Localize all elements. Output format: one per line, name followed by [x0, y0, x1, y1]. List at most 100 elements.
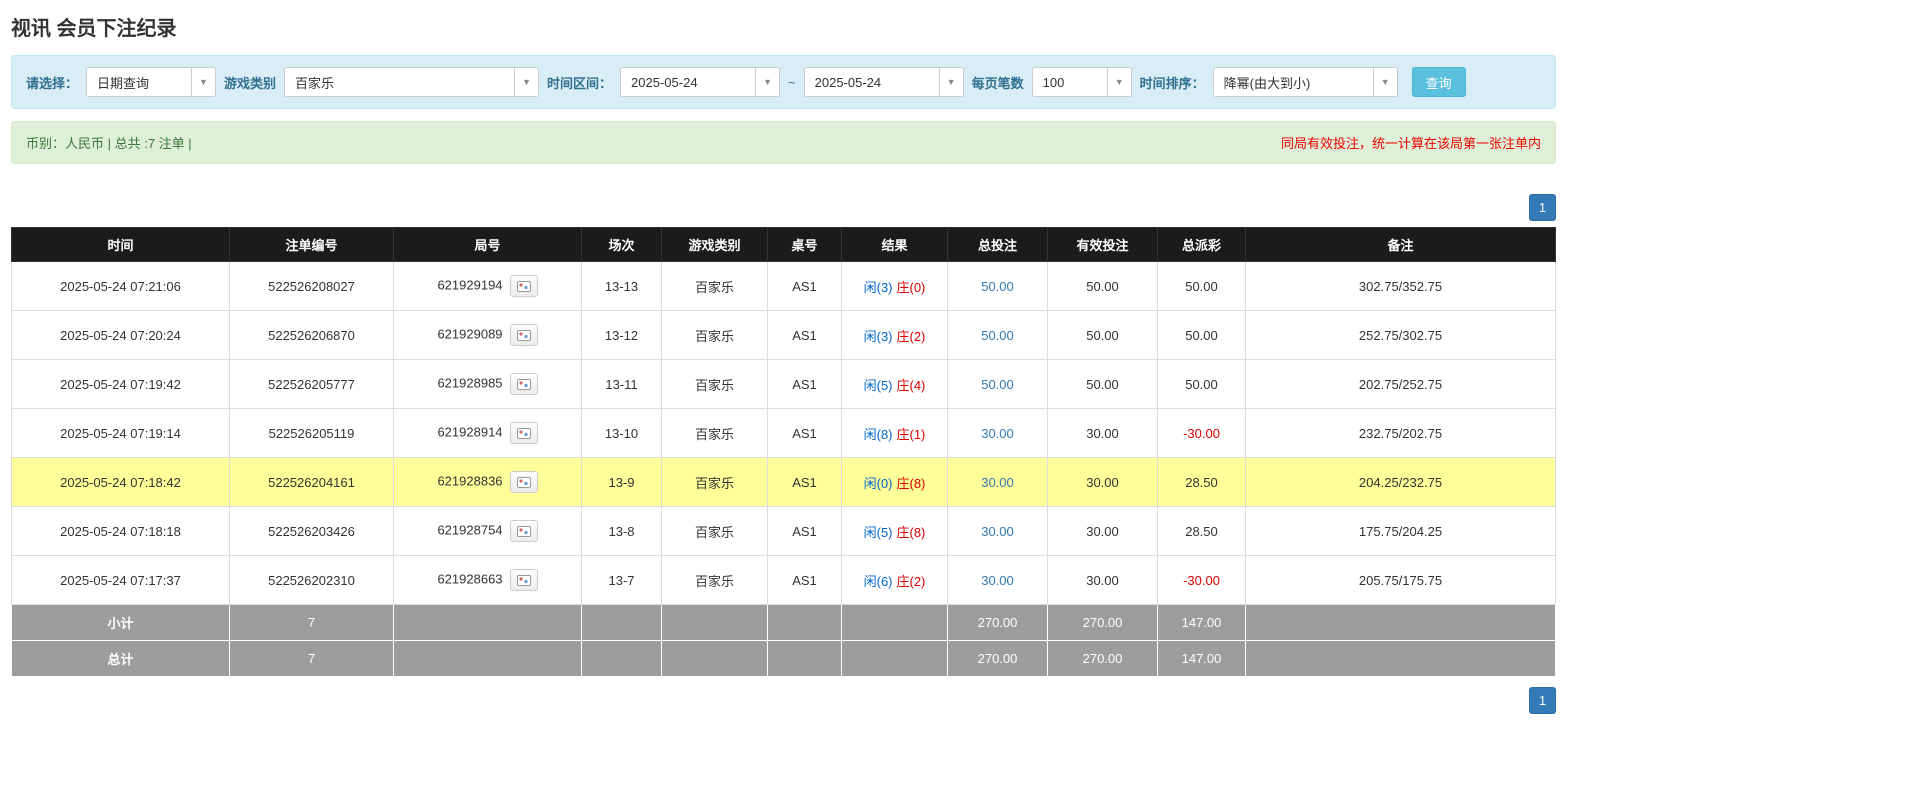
pagination-top: 1: [11, 194, 1556, 221]
roadmap-button[interactable]: [509, 422, 538, 444]
table-row[interactable]: 2025-05-24 07:17:37 522526202310 6219286…: [11, 555, 1556, 605]
total-bet-cell: 30.00: [947, 555, 1048, 605]
date-from-picker[interactable]: 2025-05-24 ▼: [620, 67, 781, 97]
player-result: 闲(8): [863, 426, 893, 442]
roadmap-button[interactable]: [509, 324, 538, 346]
col-payout: 总派彩: [1157, 227, 1246, 262]
sort-dropdown[interactable]: 降幂(由大到小) ▼: [1212, 67, 1398, 97]
col-result: 结果: [841, 227, 948, 262]
grand-total-payout: 147.00: [1157, 640, 1246, 677]
note-cell: 175.75/204.25: [1245, 506, 1556, 556]
total-bet-link[interactable]: 50.00: [981, 328, 1014, 343]
chevron-down-icon: ▼: [938, 68, 963, 96]
round-id: 621928985: [437, 375, 503, 391]
sort-value: 降幂(由大到小): [1223, 75, 1311, 91]
session-cell: 13-9: [581, 457, 662, 507]
tilde-separator: ~: [788, 74, 796, 90]
currency-total-text: 币别：人民币 | 总共 :7 注单 |: [26, 136, 192, 151]
table-row-highlighted[interactable]: 2025-05-24 07:18:42 522526204161 6219288…: [11, 457, 1556, 507]
subtotal-row: 小计 7 270.00 270.00 147.00: [11, 604, 1556, 641]
table-no-cell: AS1: [767, 261, 842, 311]
bet-id-cell: 522526203426: [229, 506, 394, 556]
search-button[interactable]: 查询: [1411, 67, 1466, 97]
total-bet-link[interactable]: 30.00: [981, 524, 1014, 539]
roadmap-button[interactable]: [509, 520, 538, 542]
payout-cell: -30.00: [1157, 408, 1246, 458]
roadmap-button[interactable]: [509, 569, 538, 591]
grand-total-count: 7: [229, 640, 394, 677]
roadmap-button[interactable]: [509, 275, 538, 297]
grand-total-valid-bet: 270.00: [1047, 640, 1158, 677]
game-cell: 百家乐: [661, 506, 768, 556]
table-row[interactable]: 2025-05-24 07:20:24 522526206870 6219290…: [11, 310, 1556, 360]
bet-id-cell: 522526205119: [229, 408, 394, 458]
roadmap-icon: [516, 427, 531, 439]
table-header-row: 时间 注单编号 局号 场次 游戏类别 桌号 结果 总投注 有效投注 总派彩 备注: [11, 227, 1556, 262]
total-bet-link[interactable]: 50.00: [981, 377, 1014, 392]
session-cell: 13-10: [581, 408, 662, 458]
total-bet-link[interactable]: 30.00: [981, 573, 1014, 588]
time-range-label: 时间区间：: [547, 75, 613, 91]
table-row[interactable]: 2025-05-24 07:19:42 522526205777 6219289…: [11, 359, 1556, 409]
date-from-value: 2025-05-24: [631, 74, 698, 90]
col-game-type: 游戏类别: [661, 227, 768, 262]
total-bet-cell: 50.00: [947, 359, 1048, 409]
round-cell: 621928754: [393, 506, 582, 556]
total-bet-link[interactable]: 30.00: [981, 426, 1014, 441]
session-cell: 13-11: [581, 359, 662, 409]
payout-cell: -30.00: [1157, 555, 1246, 605]
time-cell: 2025-05-24 07:17:37: [11, 555, 230, 605]
total-bet-link[interactable]: 50.00: [981, 279, 1014, 294]
table-no-cell: AS1: [767, 310, 842, 360]
col-table-no: 桌号: [767, 227, 842, 262]
grand-total-total-bet: 270.00: [947, 640, 1048, 677]
game-cell: 百家乐: [661, 261, 768, 311]
roadmap-icon: [516, 280, 531, 292]
total-bet-cell: 50.00: [947, 261, 1048, 311]
page-size-label: 每页笔数: [971, 75, 1024, 91]
col-total-bet: 总投注: [947, 227, 1048, 262]
round-cell: 621928914: [393, 408, 582, 458]
table-row[interactable]: 2025-05-24 07:19:14 522526205119 6219289…: [11, 408, 1556, 458]
table-row[interactable]: 2025-05-24 07:21:06 522526208027 6219291…: [11, 261, 1556, 311]
valid-bet-cell: 30.00: [1047, 555, 1158, 605]
result-cell: 闲(3) 庄(2): [841, 310, 948, 360]
total-bet-link[interactable]: 30.00: [981, 475, 1014, 490]
roadmap-button[interactable]: [509, 373, 538, 395]
session-cell: 13-8: [581, 506, 662, 556]
query-type-value: 日期查询: [97, 75, 150, 91]
pagination-bottom: 1: [11, 687, 1556, 714]
date-to-picker[interactable]: 2025-05-24 ▼: [803, 67, 964, 97]
page-1-button[interactable]: 1: [1529, 194, 1556, 221]
table-no-cell: AS1: [767, 555, 842, 605]
time-cell: 2025-05-24 07:21:06: [11, 261, 230, 311]
time-cell: 2025-05-24 07:18:42: [11, 457, 230, 507]
round-id: 621928914: [437, 424, 503, 440]
game-type-dropdown[interactable]: 百家乐 ▼: [284, 67, 540, 97]
valid-bet-cell: 30.00: [1047, 457, 1158, 507]
note-cell: 302.75/352.75: [1245, 261, 1556, 311]
game-type-value: 百家乐: [295, 75, 335, 91]
valid-bet-cell: 30.00: [1047, 506, 1158, 556]
page-container: 视讯 会员下注纪录 请选择： 日期查询 ▼ 游戏类别 百家乐 ▼ 时间区间： 2…: [11, 12, 1556, 714]
result-cell: 闲(5) 庄(4): [841, 359, 948, 409]
roadmap-button[interactable]: [509, 471, 538, 493]
total-bet-cell: 30.00: [947, 408, 1048, 458]
table-row[interactable]: 2025-05-24 07:18:18 522526203426 6219287…: [11, 506, 1556, 556]
round-id: 621928836: [437, 473, 503, 489]
query-type-dropdown[interactable]: 日期查询 ▼: [86, 67, 217, 97]
game-cell: 百家乐: [661, 555, 768, 605]
player-result: 闲(3): [863, 328, 893, 344]
time-cell: 2025-05-24 07:20:24: [11, 310, 230, 360]
page-1-button[interactable]: 1: [1529, 687, 1556, 714]
table-no-cell: AS1: [767, 359, 842, 409]
player-result: 闲(5): [863, 377, 893, 393]
note-cell: 205.75/175.75: [1245, 555, 1556, 605]
total-bet-cell: 30.00: [947, 506, 1048, 556]
round-id: 621929089: [437, 326, 503, 342]
game-cell: 百家乐: [661, 408, 768, 458]
col-time: 时间: [11, 227, 230, 262]
date-to-value: 2025-05-24: [814, 74, 882, 90]
page-title: 视讯 会员下注纪录: [11, 18, 177, 40]
page-size-dropdown[interactable]: 100 ▼: [1031, 67, 1132, 97]
